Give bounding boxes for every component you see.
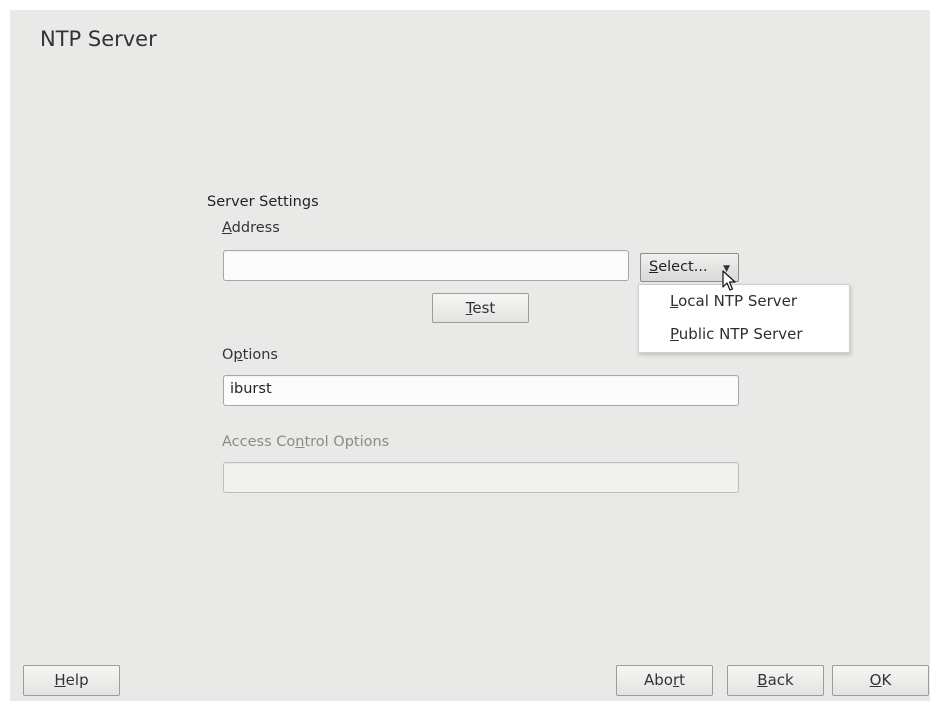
ok-button-rest: K xyxy=(881,671,892,689)
address-label-mnemonic: A xyxy=(222,220,232,236)
menu-item-local-mnemonic: L xyxy=(670,292,679,310)
menu-item-public-ntp-server[interactable]: Public NTP Server xyxy=(670,325,803,343)
menu-item-local-ntp-server[interactable]: Local NTP Server xyxy=(670,292,797,310)
select-button-mnemonic: S xyxy=(649,259,659,275)
address-label-rest: ddress xyxy=(231,220,280,236)
select-button-rest: elect... xyxy=(658,259,708,275)
ntp-server-window: NTP Server Server Settings Address Selec… xyxy=(10,10,930,701)
help-button[interactable]: Help xyxy=(23,665,120,696)
back-button-mnemonic: B xyxy=(757,671,768,689)
access-control-options-label: Access Control Options xyxy=(222,434,389,450)
menu-item-public-rest: ublic NTP Server xyxy=(678,325,803,343)
options-input[interactable]: iburst xyxy=(223,375,739,406)
help-button-mnemonic: H xyxy=(54,671,66,689)
abort-button-post: t xyxy=(679,671,686,689)
menu-item-public-mnemonic: P xyxy=(670,325,679,343)
back-button-rest: ack xyxy=(767,671,794,689)
access-control-options-input xyxy=(223,462,739,493)
access-control-label-post: trol Options xyxy=(304,434,390,450)
mouse-pointer-icon xyxy=(722,270,736,291)
address-label: Address xyxy=(222,220,280,236)
page-title: NTP Server xyxy=(40,27,157,51)
options-label-pre: O xyxy=(222,347,234,363)
select-dropdown-menu: Local NTP Server Public NTP Server xyxy=(638,284,850,353)
menu-item-local-rest: ocal NTP Server xyxy=(678,292,798,310)
abort-button-pre: Abo xyxy=(643,671,673,689)
back-button[interactable]: Back xyxy=(727,665,824,696)
help-button-rest: elp xyxy=(65,671,89,689)
server-settings-label: Server Settings xyxy=(207,194,319,210)
abort-button[interactable]: Abort xyxy=(616,665,713,696)
access-control-label-pre: Access Co xyxy=(222,434,296,450)
ok-button-mnemonic: O xyxy=(869,671,882,689)
options-label: Options xyxy=(222,347,278,363)
address-input[interactable] xyxy=(223,250,629,281)
test-button[interactable]: Test xyxy=(432,293,529,323)
options-label-mnemonic: p xyxy=(233,347,243,363)
test-button-rest: est xyxy=(472,299,496,317)
ok-button[interactable]: OK xyxy=(832,665,929,696)
options-label-post: tions xyxy=(242,347,278,363)
